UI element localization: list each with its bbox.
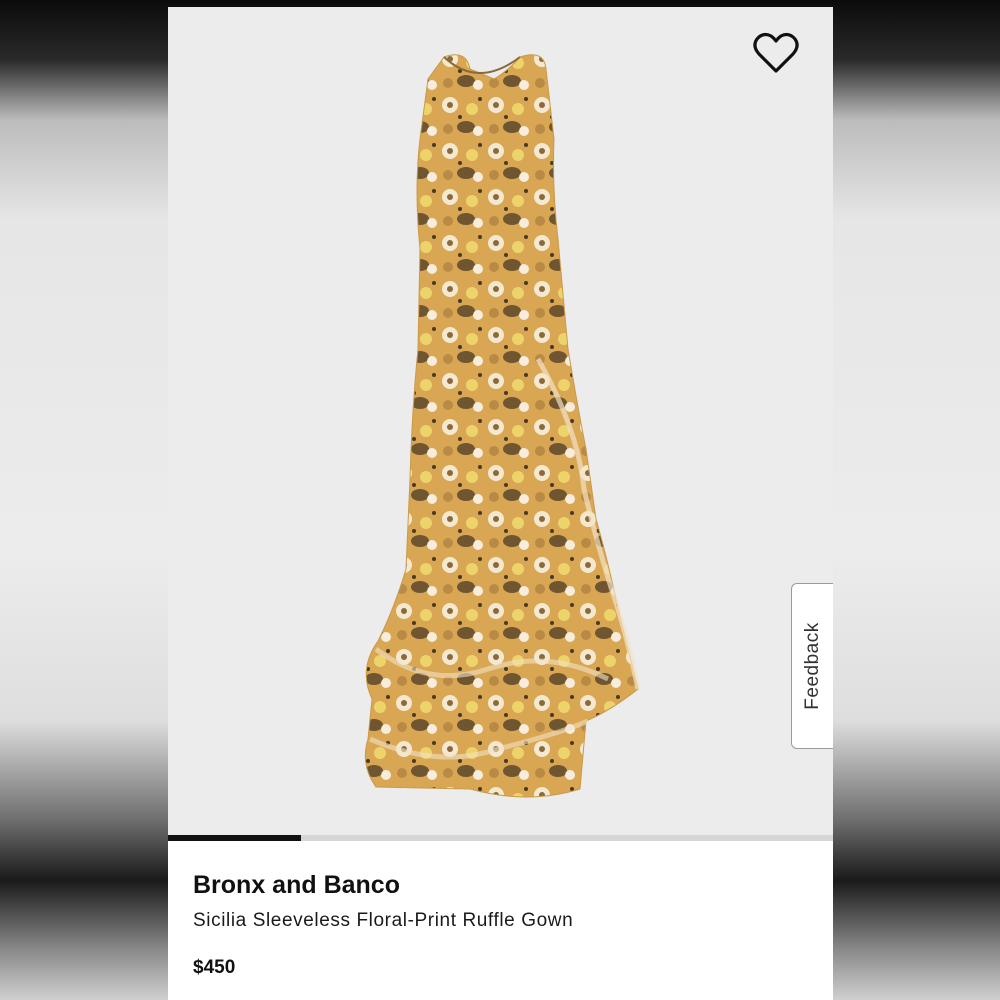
product-image[interactable] bbox=[348, 49, 648, 809]
product-title[interactable]: Sicilia Sleeveless Floral-Print Ruffle G… bbox=[193, 910, 573, 932]
gallery-progress-fill bbox=[168, 835, 301, 841]
gallery-progress-bar bbox=[168, 835, 833, 841]
product-price: $450 bbox=[193, 957, 236, 978]
feedback-tab[interactable]: Feedback bbox=[791, 583, 833, 749]
product-image-area[interactable]: Feedback bbox=[168, 7, 833, 835]
product-brand[interactable]: Bronx and Banco bbox=[193, 871, 400, 900]
feedback-label: Feedback bbox=[801, 622, 823, 710]
product-card[interactable]: Feedback Bronx and Banco Sicilia Sleevel… bbox=[168, 7, 833, 1000]
heart-icon[interactable] bbox=[752, 31, 800, 75]
